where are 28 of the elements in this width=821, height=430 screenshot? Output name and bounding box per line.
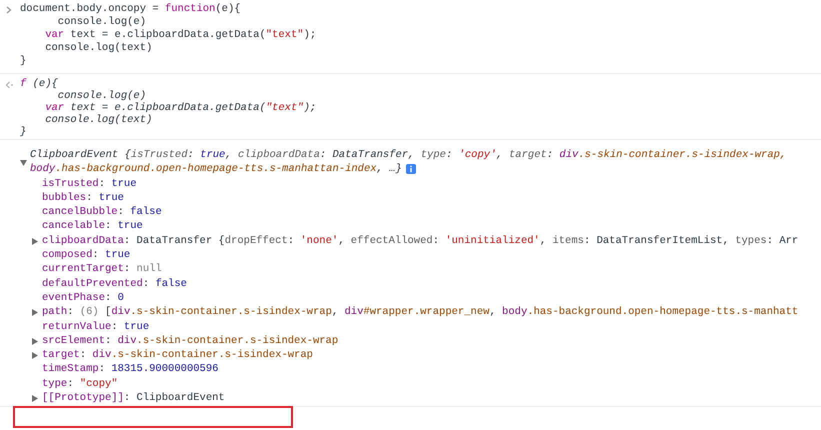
property-line: target: div.s-skin-container.s-isindex-wrap xyxy=(42,348,314,362)
code-line: var text = e.clipboardData.getData("text"); xyxy=(44,102,318,114)
code-line: } xyxy=(20,126,28,138)
code-line: f (e){ xyxy=(20,78,58,90)
property-line: type: "copy" xyxy=(42,376,119,392)
property-line: timeStamp: 18315.90000000596 xyxy=(42,362,220,377)
code-line: console.log(text) xyxy=(44,114,154,126)
property-line: cancelBubble: false xyxy=(42,205,163,220)
object-summary: body.has-background.open-homepage-tts.s-manhattan-index, …} xyxy=(30,162,402,177)
object-summary: ClipboardEvent {isTrusted: true, clipboardData: DataTransfer, type: 'copy', target: div.s-skin-container.s-isindex-wrap, xyxy=(30,148,788,162)
property-line: isTrusted: true xyxy=(42,176,138,191)
property-line: currentTarget: null xyxy=(42,262,163,277)
code-line: document.body.oncopy = function(e){ xyxy=(20,3,242,16)
property-line: defaultPrevented: false xyxy=(42,276,188,291)
code-line: console.log(e) xyxy=(56,90,148,102)
property-line: srcElement: div.s-skin-container.s-isindex-wrap xyxy=(42,334,340,348)
property-line: path: (6) [div.s-skin-container.s-isindex-wrap, div#wrapper.wrapper_new, body.has-background.open-homepage-tts.s-manhatt xyxy=(42,305,800,320)
code-line: } xyxy=(20,55,28,68)
code-line: var text = e.clipboardData.getData("text"); xyxy=(44,29,318,42)
property-line: returnValue: true xyxy=(42,320,150,334)
property-line: eventPhase: 0 xyxy=(42,290,125,306)
code-line: console.log(text) xyxy=(44,42,154,55)
code-line: console.log(e) xyxy=(56,16,148,29)
property-line: composed: true xyxy=(42,248,132,262)
property-line: cancelable: true xyxy=(42,219,144,234)
property-line: bubbles: true xyxy=(42,190,125,206)
property-line: [[Prototype]]: ClipboardEvent xyxy=(42,391,226,406)
property-line: clipboardData: DataTransfer {dropEffect: 'none', effectAllowed: 'uninitialized', items: DataTransferItemList, types: Arr xyxy=(42,234,800,248)
